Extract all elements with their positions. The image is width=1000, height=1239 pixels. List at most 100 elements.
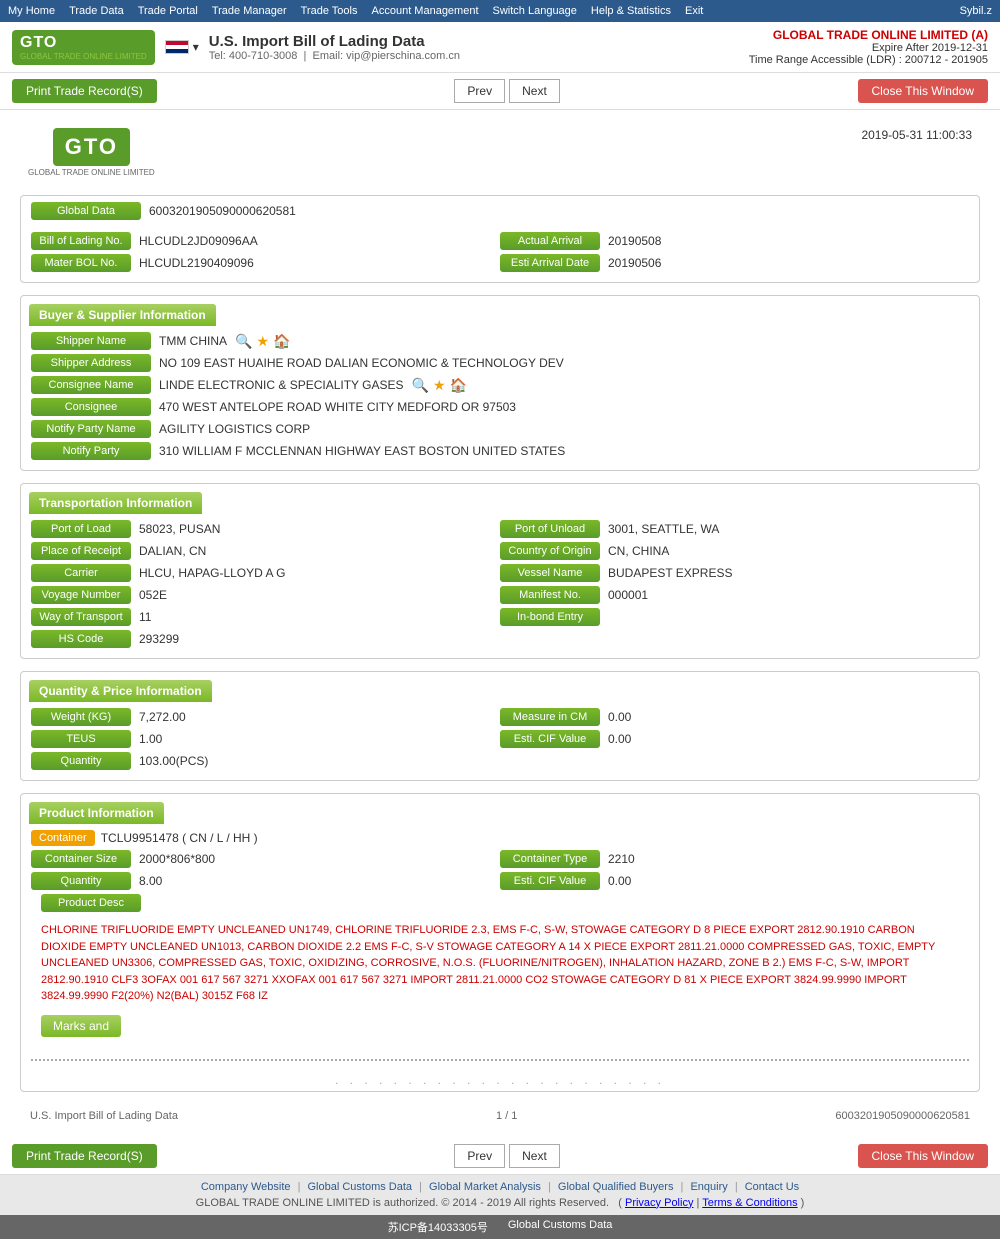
next-button-bottom[interactable]: Next <box>509 1144 560 1168</box>
teus-value: 1.00 <box>139 732 162 746</box>
consignee-label: Consignee <box>31 398 151 416</box>
consignee-name-value: LINDE ELECTRONIC & SPECIALITY GASES <box>159 378 404 392</box>
consignee-home-icon[interactable]: 🏠 <box>450 377 467 394</box>
footer-divider-1: | <box>298 1181 301 1193</box>
record-footer: U.S. Import Bill of Lading Data 1 / 1 60… <box>20 1104 980 1128</box>
header-title-block: U.S. Import Bill of Lading Data Tel: 400… <box>209 33 460 62</box>
port-of-load-label: Port of Load <box>31 520 131 538</box>
record-logo-sub: GLOBAL TRADE ONLINE LIMITED <box>28 168 155 177</box>
global-customs-data-link[interactable]: Global Customs Data <box>508 1219 613 1235</box>
product-info-grid: Container TCLU9951478 ( CN / L / HH ) Co… <box>21 824 979 1051</box>
product-esti-cif-label: Esti. CIF Value <box>500 872 600 890</box>
product-qty-left: Quantity 8.00 <box>31 872 500 890</box>
way-of-transport-label: Way of Transport <box>31 608 131 626</box>
footer-company-website[interactable]: Company Website <box>201 1181 291 1193</box>
record-footer-page: 1 / 1 <box>496 1110 517 1122</box>
teus-cif-row: TEUS 1.00 Esti. CIF Value 0.00 <box>31 730 969 748</box>
notify-party-name-row: Notify Party Name AGILITY LOGISTICS CORP <box>31 420 969 438</box>
quantity-price-section: Quantity & Price Information Weight (KG)… <box>20 671 980 781</box>
print-button-top[interactable]: Print Trade Record(S) <box>12 79 157 103</box>
way-inbond-row: Way of Transport 11 In-bond Entry <box>31 608 969 626</box>
consignee-star-icon[interactable]: ★ <box>433 377 446 394</box>
footer-contact-us[interactable]: Contact Us <box>745 1181 799 1193</box>
record-footer-title: U.S. Import Bill of Lading Data <box>30 1110 178 1122</box>
consignee-icons: 🔍 ★ 🏠 <box>412 377 467 394</box>
user-info: Sybil.z <box>960 5 992 17</box>
bol-right: Actual Arrival 20190508 <box>500 232 969 250</box>
page-title: U.S. Import Bill of Lading Data <box>209 33 460 50</box>
origin-right: Country of Origin CN, CHINA <box>500 542 969 560</box>
notify-party-name-value: AGILITY LOGISTICS CORP <box>159 422 310 436</box>
shipper-name-label: Shipper Name <box>31 332 151 350</box>
nav-trade-portal[interactable]: Trade Portal <box>138 5 198 17</box>
nav-buttons-top: Prev Next <box>454 79 559 103</box>
voyage-left: Voyage Number 052E <box>31 586 500 604</box>
footer-global-customs[interactable]: Global Customs Data <box>308 1181 413 1193</box>
nav-trade-data[interactable]: Trade Data <box>69 5 124 17</box>
footer-privacy[interactable]: Privacy Policy <box>625 1197 693 1209</box>
vessel-name-label: Vessel Name <box>500 564 600 582</box>
weight-value: 7,272.00 <box>139 710 186 724</box>
measure-cm-label: Measure in CM <box>500 708 600 726</box>
footer-global-market[interactable]: Global Market Analysis <box>429 1181 541 1193</box>
footer-global-qualified[interactable]: Global Qualified Buyers <box>558 1181 674 1193</box>
consignee-search-icon[interactable]: 🔍 <box>412 377 429 394</box>
nav-account-mgmt[interactable]: Account Management <box>372 5 479 17</box>
record-footer-id: 6003201905090000620581 <box>835 1110 970 1122</box>
nav-my-home[interactable]: My Home <box>8 5 55 17</box>
mater-bol-value: HLCUDL2190409096 <box>139 256 254 270</box>
nav-trade-manager[interactable]: Trade Manager <box>212 5 287 17</box>
shipper-star-icon[interactable]: ★ <box>256 333 269 350</box>
print-button-bottom[interactable]: Print Trade Record(S) <box>12 1144 157 1168</box>
record-logo-text: GTO <box>53 128 130 166</box>
quantity-label: Quantity <box>31 752 131 770</box>
nav-exit[interactable]: Exit <box>685 5 703 17</box>
product-desc-label: Product Desc <box>41 894 141 912</box>
container-size-left: Container Size 2000*806*800 <box>31 850 500 868</box>
buyer-supplier-section: Buyer & Supplier Information Shipper Nam… <box>20 295 980 471</box>
vessel-right: Vessel Name BUDAPEST EXPRESS <box>500 564 969 582</box>
logo-sub: GLOBAL TRADE ONLINE LIMITED <box>20 52 147 61</box>
record-logo: GTO GLOBAL TRADE ONLINE LIMITED <box>28 128 155 177</box>
place-of-receipt-value: DALIAN, CN <box>139 544 206 558</box>
global-data-label: Global Data <box>31 202 141 220</box>
shipper-search-icon[interactable]: 🔍 <box>235 333 252 350</box>
nav-menu[interactable]: My Home Trade Data Trade Portal Trade Ma… <box>8 5 703 17</box>
hs-code-row: HS Code 293299 <box>31 630 969 648</box>
nav-trade-tools[interactable]: Trade Tools <box>301 5 358 17</box>
nav-help-stats[interactable]: Help & Statistics <box>591 5 671 17</box>
flag-selector[interactable]: ▾ <box>165 40 199 54</box>
expire-info: Expire After 2019-12-31 <box>749 42 988 54</box>
vessel-name-value: BUDAPEST EXPRESS <box>608 566 733 580</box>
carrier-left: Carrier HLCU, HAPAG-LLOYD A G <box>31 564 500 582</box>
footer-enquiry[interactable]: Enquiry <box>690 1181 727 1193</box>
transportation-header: Transportation Information <box>29 492 202 514</box>
next-button-top[interactable]: Next <box>509 79 560 103</box>
close-button-bottom[interactable]: Close This Window <box>858 1144 988 1168</box>
esti-cif-value: 0.00 <box>608 732 631 746</box>
marks-and-button[interactable]: Marks and <box>41 1015 121 1037</box>
voyage-number-value: 052E <box>139 588 167 602</box>
product-desc-text: CHLORINE TRIFLUORIDE EMPTY UNCLEANED UN1… <box>31 916 969 1011</box>
teus-label: TEUS <box>31 730 131 748</box>
container-type-right: Container Type 2210 <box>500 850 969 868</box>
product-quantity-label: Quantity <box>31 872 131 890</box>
contact-tel: Tel: 400-710-3008 <box>209 50 298 62</box>
buyer-supplier-grid: Shipper Name TMM CHINA 🔍 ★ 🏠 Shipper Add… <box>21 326 979 470</box>
close-button-top[interactable]: Close This Window <box>858 79 988 103</box>
shipper-home-icon[interactable]: 🏠 <box>273 333 290 350</box>
buyer-supplier-header: Buyer & Supplier Information <box>29 304 216 326</box>
actual-arrival-value: 20190508 <box>608 234 661 248</box>
footer-terms[interactable]: Terms & Conditions <box>702 1197 797 1209</box>
port-of-unload-value: 3001, SEATTLE, WA <box>608 522 719 536</box>
shipper-address-value: NO 109 EAST HUAIHE ROAD DALIAN ECONOMIC … <box>159 356 564 370</box>
transportation-grid: Port of Load 58023, PUSAN Port of Unload… <box>21 514 979 658</box>
prev-button-top[interactable]: Prev <box>454 79 505 103</box>
icp-text: 苏ICP备14033305号 <box>388 1219 488 1235</box>
nav-switch-language[interactable]: Switch Language <box>493 5 577 17</box>
shipper-icons: 🔍 ★ 🏠 <box>235 333 290 350</box>
inbond-right: In-bond Entry <box>500 608 969 626</box>
prev-button-bottom[interactable]: Prev <box>454 1144 505 1168</box>
toolbar-top: Print Trade Record(S) Prev Next Close Th… <box>0 73 1000 110</box>
footer-divider-4: | <box>681 1181 684 1193</box>
